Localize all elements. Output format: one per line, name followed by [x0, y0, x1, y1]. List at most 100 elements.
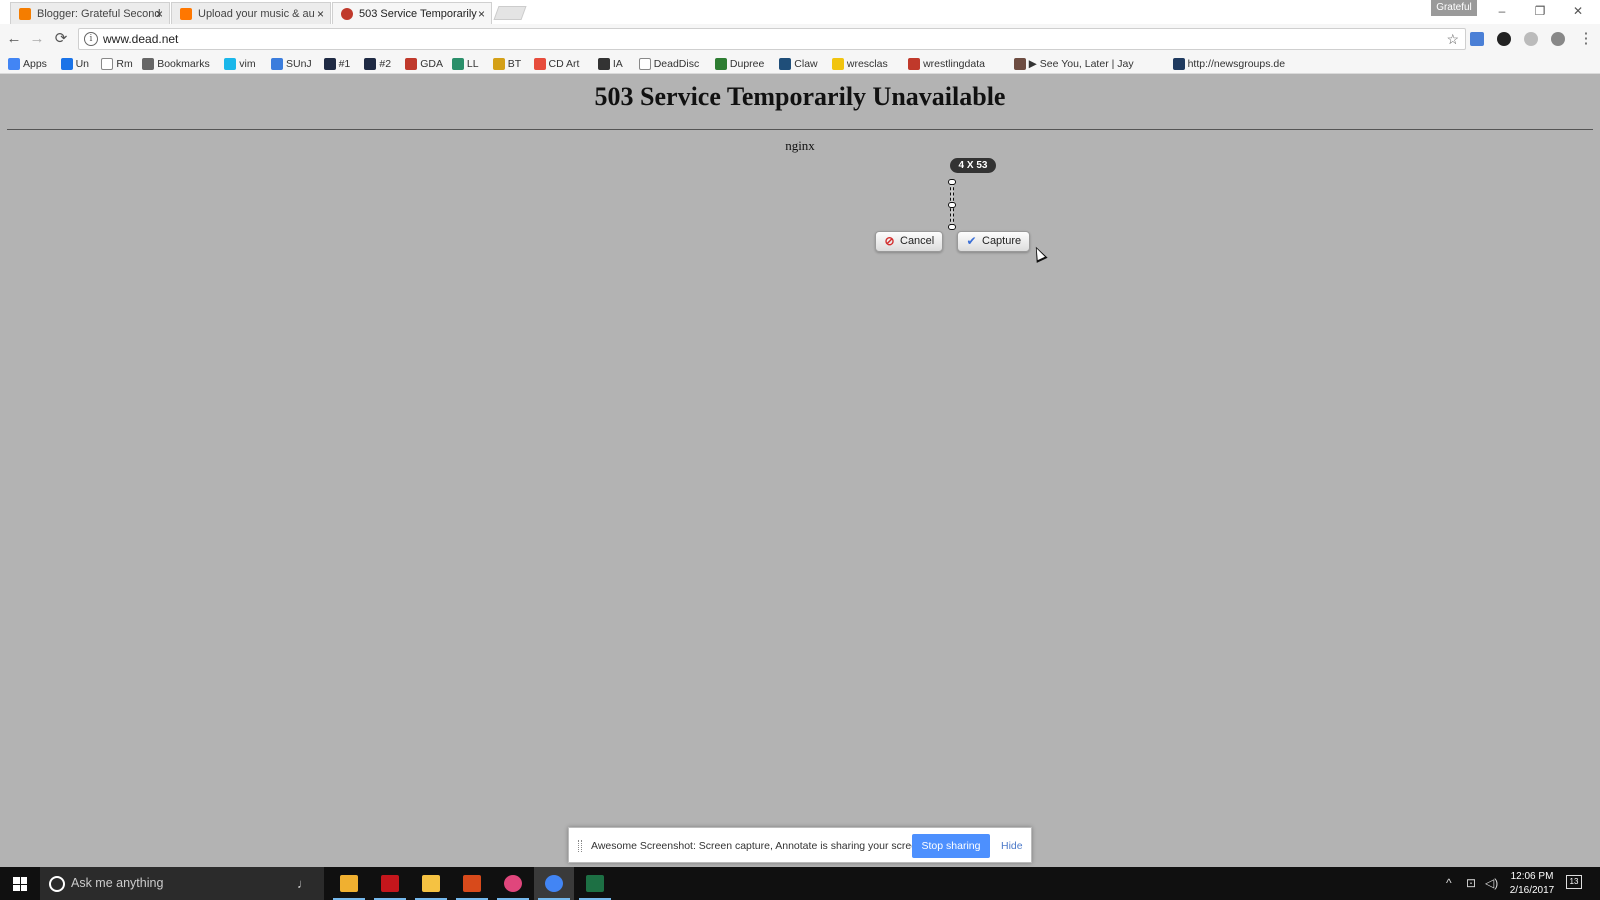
close-icon[interactable]: ×	[317, 3, 324, 24]
file-explorer-icon	[422, 875, 440, 892]
tab-title: Upload your music & au	[198, 8, 315, 20]
bookmark-item[interactable]: CD Art	[533, 56, 579, 72]
taskbar-app-file-explorer-folder[interactable]	[329, 867, 369, 900]
bookmark-item[interactable]: vim	[224, 56, 256, 72]
map-pin-icon	[60, 58, 73, 70]
tab-strip: Blogger: Grateful Second × Upload your m…	[0, 0, 1600, 24]
stop-sharing-button[interactable]: Stop sharing	[912, 834, 990, 858]
minimize-button[interactable]: –	[1484, 2, 1520, 20]
bookmark-item[interactable]: SUnJ	[271, 56, 312, 72]
vimeo-icon	[224, 58, 237, 70]
menu-icon[interactable]: ⋮	[1576, 29, 1596, 49]
browser-toolbar: ← → ⟳ i www.dead.net ☆ ⋮	[0, 24, 1600, 54]
server-name: nginx	[785, 138, 815, 153]
bookmark-item[interactable]: #1	[323, 56, 350, 72]
bookmark-item[interactable]: BT	[492, 56, 521, 72]
bookmark-item[interactable]: Bookmarks	[142, 56, 210, 72]
bookmark-label: SUnJ	[286, 58, 312, 70]
apps-grid-icon	[8, 58, 20, 70]
taskbar-app-office-app[interactable]	[452, 867, 492, 900]
bookmark-item[interactable]: DeadDisc	[638, 56, 699, 72]
resize-handle-top[interactable]	[948, 179, 956, 185]
back-button[interactable]: ←	[4, 29, 24, 49]
tab-503[interactable]: 503 Service Temporarily ×	[332, 2, 492, 24]
reload-button[interactable]: ⟳	[51, 29, 71, 49]
jay-icon	[1013, 58, 1026, 70]
screen-sharing-bar: Awesome Screenshot: Screen capture, Anno…	[568, 827, 1032, 863]
tab-soundcloud[interactable]: Upload your music & au ×	[171, 2, 331, 24]
office-app-icon	[463, 875, 481, 892]
bookmark-item[interactable]: wrestlingdata	[908, 56, 985, 72]
taskbar-app-chrome[interactable]	[534, 867, 574, 900]
translate-extension-icon[interactable]	[1470, 32, 1484, 46]
close-window-button[interactable]: ✕	[1560, 2, 1596, 20]
bookmark-item[interactable]: Rm	[101, 56, 133, 72]
info-icon[interactable]: i	[84, 32, 98, 46]
address-bar[interactable]: i www.dead.net ☆	[78, 28, 1466, 50]
bookmark-label: #2	[379, 58, 392, 70]
bookmark-label: LL	[466, 58, 479, 70]
close-icon[interactable]: ×	[156, 3, 163, 24]
taskbar-app-itunes[interactable]	[493, 867, 533, 900]
capture-button[interactable]: ✔ Capture	[957, 231, 1031, 252]
resize-handle-bottom[interactable]	[948, 224, 956, 230]
show-hidden-icons-icon[interactable]: ^	[1446, 867, 1452, 900]
bookmark-item[interactable]: Claw	[779, 56, 818, 72]
start-button[interactable]	[0, 867, 40, 900]
drag-handle-icon[interactable]	[578, 840, 582, 852]
taskbar-app-acrobat[interactable]	[370, 867, 410, 900]
bookmark-star-icon[interactable]: ☆	[1446, 29, 1459, 49]
selection-box[interactable]	[948, 179, 956, 230]
bookmark-label: Rm	[116, 58, 133, 70]
extension-icon[interactable]	[1551, 32, 1565, 46]
taskbar: Ask me anything ♩ ^ ⊡ ◁) 12:06 PM 2/16/2…	[0, 867, 1600, 900]
dupree-icon	[714, 58, 727, 70]
selection-dimensions-badge: 4 X 53	[950, 158, 996, 173]
bookmark-label: Dupree	[729, 58, 765, 70]
bookmark-item[interactable]: Un	[60, 56, 90, 72]
tab-blogger[interactable]: Blogger: Grateful Second ×	[10, 2, 170, 24]
star-icon	[142, 58, 155, 70]
bt-icon	[492, 58, 505, 70]
bookmark-item[interactable]: #2	[364, 56, 391, 72]
bookmark-item[interactable]: IA	[597, 56, 623, 72]
bookmark-item[interactable]: http://newsgroups.de	[1172, 56, 1285, 72]
url-text[interactable]: www.dead.net	[103, 29, 178, 49]
bookmark-item[interactable]: ▶ See You, Later | Jay	[1013, 56, 1134, 72]
new-tab-button[interactable]	[493, 6, 527, 20]
clock-time: 12:06 PM	[1510, 871, 1554, 882]
hide-button[interactable]: Hide	[1001, 828, 1023, 864]
cortana-icon	[49, 876, 65, 892]
bookmark-item[interactable]: GDA	[405, 56, 443, 72]
bookmarks-bar: Apps Un Rm Bookmarks vim SUnJ #1 #2 GDA LL BT CD Ar…	[0, 54, 1600, 74]
bookmark-item[interactable]: wresclas	[831, 56, 888, 72]
cancel-icon: ⊘	[884, 234, 895, 248]
extension-icon[interactable]	[1497, 32, 1511, 46]
arrow-icon	[364, 58, 377, 70]
forward-button[interactable]: →	[27, 29, 47, 49]
action-center-icon[interactable]: 13	[1566, 875, 1582, 889]
windows-logo-icon	[13, 877, 27, 891]
profile-button[interactable]: Grateful	[1431, 0, 1477, 16]
cd-art-icon	[533, 58, 546, 70]
microphone-icon[interactable]: ♩	[297, 867, 310, 900]
bookmark-label: Un	[75, 58, 90, 70]
cancel-button[interactable]: ⊘ Cancel	[875, 231, 944, 252]
gda-icon	[405, 58, 418, 70]
volume-icon[interactable]: ◁)	[1485, 867, 1498, 900]
file-explorer-folder-icon	[340, 875, 358, 892]
cortana-search-box[interactable]: Ask me anything ♩	[40, 867, 324, 900]
bookmark-item[interactable]: Dupree	[714, 56, 765, 72]
page-icon	[638, 58, 651, 70]
network-icon[interactable]: ⊡	[1466, 867, 1476, 900]
taskbar-app-excel[interactable]	[575, 867, 615, 900]
extension-icon[interactable]	[1524, 32, 1538, 46]
system-clock[interactable]: 12:06 PM 2/16/2017	[1502, 870, 1562, 898]
bookmark-item[interactable]: LL	[451, 56, 479, 72]
bookmark-label: vim	[239, 58, 256, 70]
restore-button[interactable]: ❐	[1522, 2, 1558, 20]
resize-handle-middle[interactable]	[948, 202, 956, 208]
close-icon[interactable]: ×	[478, 3, 485, 24]
bookmark-item[interactable]: Apps	[8, 56, 47, 72]
taskbar-app-file-explorer[interactable]	[411, 867, 451, 900]
